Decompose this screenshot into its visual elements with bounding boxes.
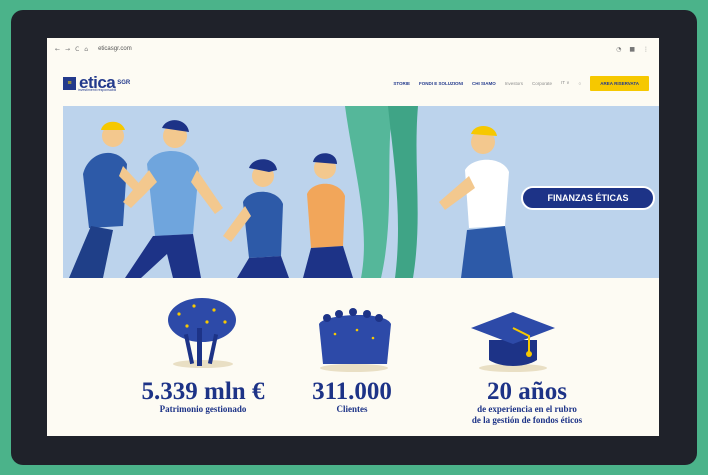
logo-mark: ≡: [63, 76, 76, 90]
reload-icon[interactable]: C: [75, 46, 79, 53]
tree-icon: [168, 298, 236, 368]
stat-assets-caption: Patrimonio gestionado: [159, 404, 247, 414]
back-icon[interactable]: ←: [55, 46, 60, 53]
logo-sub: SGR: [117, 80, 131, 86]
shield-icon[interactable]: ◔: [616, 46, 621, 53]
stat-years-caption: de experiencia en el rubro: [477, 404, 577, 414]
logo-tagline: investimenti responsabili: [78, 88, 117, 92]
stat-clients: 311.000 Clientes: [297, 378, 407, 415]
menu-item-corporate[interactable]: Corporate: [532, 81, 552, 86]
menu-item-investors[interactable]: Investors: [505, 81, 523, 86]
address-bar[interactable]: eticasgr.com: [98, 46, 132, 52]
graduation-cap-icon: [471, 312, 555, 372]
home-icon[interactable]: ⌂: [84, 46, 88, 53]
tablet-frame: ← → C ⌂ eticasgr.com ◔ ■ ⋮ ≡ etica SGR i…: [11, 10, 697, 465]
main-menu: STORIE FONDI E SOLUZIONI CHI SIAMO Inves…: [393, 75, 649, 91]
stat-years-caption-2: de la gestión de fondos éticos: [471, 415, 583, 425]
hero-banner: FINANZAS ÉTICAS: [63, 106, 659, 278]
stat-years-value: 20 años: [487, 378, 567, 405]
site-header: ≡ etica SGR investimenti responsabili ST…: [47, 60, 659, 106]
crowd-icon: [319, 308, 391, 372]
browser-toolbar: ← → C ⌂ eticasgr.com ◔ ■ ⋮: [47, 38, 659, 60]
ethical-finance-button[interactable]: FINANZAS ÉTICAS: [521, 186, 655, 210]
extension-icon[interactable]: ■: [629, 46, 635, 53]
forward-icon[interactable]: →: [65, 46, 70, 53]
screen: ← → C ⌂ eticasgr.com ◔ ■ ⋮ ≡ etica SGR i…: [47, 38, 659, 436]
menu-item-chi-siamo[interactable]: CHI SIAMO: [472, 81, 496, 86]
menu-item-storie[interactable]: STORIE: [393, 81, 410, 86]
browser-nav: ← → C ⌂: [55, 46, 88, 53]
stat-clients-caption: Clientes: [336, 404, 368, 414]
stat-clients-value: 311.000: [312, 378, 392, 405]
stat-years: 20 años de experiencia en el rubro de la…: [437, 378, 617, 426]
language-select[interactable]: IT ∨: [561, 80, 569, 86]
stats-section: 5.339 mln € Patrimonio gestionado 311.00…: [47, 278, 659, 436]
menu-item-fondi[interactable]: FONDI E SOLUZIONI: [419, 81, 463, 86]
stat-assets-value: 5.339 mln €: [141, 378, 265, 405]
search-icon[interactable]: ○: [579, 81, 582, 86]
reserved-area-button[interactable]: AREA RISERVATA: [590, 75, 649, 91]
stat-assets: 5.339 mln € Patrimonio gestionado: [123, 378, 283, 415]
browser-icons: ◔ ■ ⋮: [616, 46, 649, 53]
menu-icon[interactable]: ⋮: [643, 46, 649, 53]
